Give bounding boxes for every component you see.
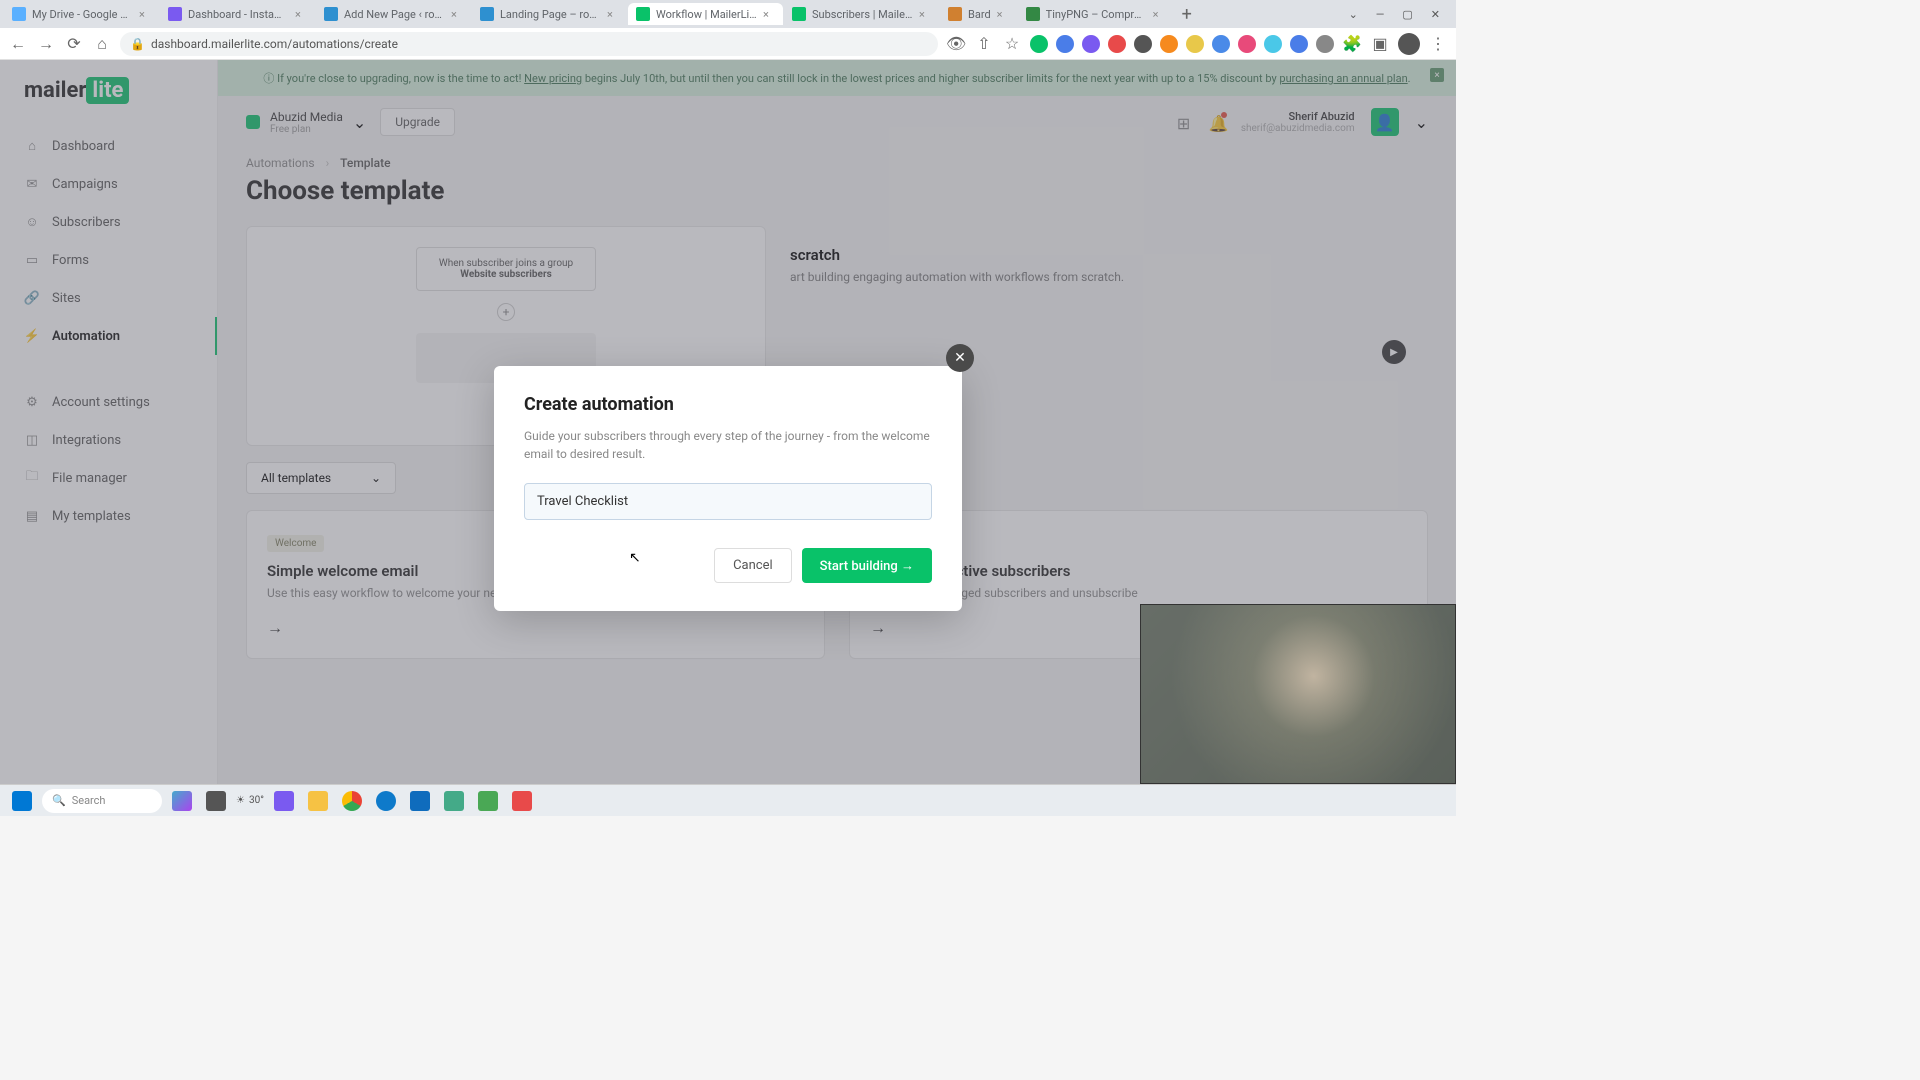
browser-tab[interactable]: TinyPNG – Compress We×	[1018, 3, 1173, 25]
extension-icon[interactable]	[1134, 35, 1152, 53]
browser-tab[interactable]: Add New Page ‹ romy-po×	[316, 3, 471, 25]
extension-icon[interactable]	[1030, 35, 1048, 53]
menu-icon[interactable]: ⋮	[1428, 34, 1448, 53]
search-icon: 🔍	[52, 794, 66, 807]
extension-icon[interactable]	[1108, 35, 1126, 53]
cancel-button[interactable]: Cancel	[714, 548, 792, 583]
close-window-icon[interactable]: ✕	[1431, 8, 1440, 21]
close-icon[interactable]: ×	[139, 8, 151, 21]
close-icon[interactable]: ×	[451, 8, 463, 21]
minimize-icon[interactable]: —	[1376, 8, 1385, 21]
file-explorer-icon[interactable]	[202, 788, 230, 814]
close-icon[interactable]: ×	[607, 8, 619, 21]
profile-avatar[interactable]	[1398, 33, 1420, 55]
lock-icon: 🔒	[130, 37, 145, 51]
extension-icon[interactable]	[1264, 35, 1282, 53]
taskbar-app-icon[interactable]	[304, 788, 332, 814]
star-icon[interactable]: ☆	[1002, 34, 1022, 53]
outlook-icon[interactable]	[406, 788, 434, 814]
browser-tab[interactable]: Subscribers | MailerLite×	[784, 3, 939, 25]
reload-button[interactable]: ⟳	[64, 34, 84, 53]
extension-icon[interactable]	[1056, 35, 1074, 53]
browser-tab[interactable]: Landing Page – romy-po×	[472, 3, 627, 25]
maximize-icon[interactable]: ▢	[1402, 8, 1412, 21]
extension-icon[interactable]	[1316, 35, 1334, 53]
panel-icon[interactable]: ▣	[1370, 34, 1390, 53]
modal-title: Create automation	[524, 394, 932, 415]
start-button[interactable]	[8, 788, 36, 814]
extension-icon[interactable]	[1238, 35, 1256, 53]
taskbar-app-icon[interactable]	[270, 788, 298, 814]
taskbar-app-icon[interactable]	[508, 788, 536, 814]
create-automation-modal: ✕ Create automation Guide your subscribe…	[494, 366, 962, 611]
chevron-down-icon[interactable]: ⌄	[1349, 8, 1358, 21]
browser-tab[interactable]: My Drive - Google Drive×	[4, 3, 159, 25]
copilot-icon[interactable]	[168, 788, 196, 814]
extension-icon[interactable]	[1290, 35, 1308, 53]
close-icon[interactable]: ×	[295, 8, 307, 21]
close-icon[interactable]: ×	[919, 8, 931, 21]
url-bar[interactable]: 🔒 dashboard.mailerlite.com/automations/c…	[120, 32, 938, 56]
browser-tab[interactable]: Dashboard - InstaWP×	[160, 3, 315, 25]
windows-taskbar: 🔍Search ☀ 30°	[0, 784, 1456, 816]
puzzle-icon[interactable]: 🧩	[1342, 34, 1362, 53]
extension-icon[interactable]	[1212, 35, 1230, 53]
modal-description: Guide your subscribers through every ste…	[524, 427, 932, 463]
eye-off-icon[interactable]: 👁	[946, 34, 966, 53]
browser-tab-active[interactable]: Workflow | MailerLite×	[628, 3, 783, 25]
extension-icon[interactable]	[1082, 35, 1100, 53]
browser-tab[interactable]: Bard×	[940, 3, 1017, 25]
share-icon[interactable]: ⇧	[974, 34, 994, 53]
start-building-button[interactable]: Start building →	[802, 548, 932, 583]
taskbar-app-icon[interactable]	[440, 788, 468, 814]
extension-icon[interactable]	[1186, 35, 1204, 53]
close-icon[interactable]: ×	[1153, 8, 1165, 21]
taskbar-search[interactable]: 🔍Search	[42, 789, 162, 813]
webcam-overlay	[1140, 604, 1456, 784]
close-icon[interactable]: ×	[997, 8, 1009, 21]
taskbar-app-icon[interactable]	[474, 788, 502, 814]
modal-close-icon[interactable]: ✕	[946, 344, 974, 372]
edge-icon[interactable]	[372, 788, 400, 814]
close-icon[interactable]: ×	[763, 8, 775, 21]
back-button[interactable]: ←	[8, 34, 28, 54]
forward-button[interactable]: →	[36, 34, 56, 54]
weather-widget[interactable]: ☀ 30°	[236, 795, 264, 806]
home-button[interactable]: ⌂	[92, 34, 112, 54]
chrome-icon[interactable]	[338, 788, 366, 814]
automation-name-input[interactable]	[524, 483, 932, 520]
new-tab-button[interactable]: +	[1174, 4, 1200, 25]
extension-icon[interactable]	[1160, 35, 1178, 53]
